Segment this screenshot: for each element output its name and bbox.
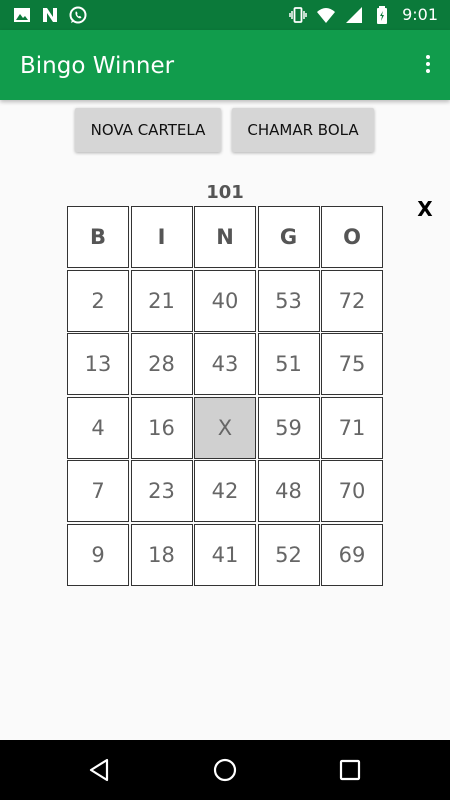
more-vert-icon[interactable] — [420, 52, 436, 80]
status-bar: 9:01 — [0, 0, 450, 30]
whatsapp-icon — [69, 6, 87, 24]
navigation-bar — [0, 740, 450, 800]
bingo-cell[interactable]: 59 — [257, 396, 320, 459]
bingo-cell[interactable]: 7 — [67, 460, 129, 522]
bingo-free-cell[interactable]: X — [194, 396, 256, 459]
bingo-cell[interactable]: 13 — [67, 333, 129, 395]
image-icon — [14, 8, 30, 22]
card-number: 101 — [206, 182, 244, 203]
bingo-cell[interactable]: 21 — [130, 269, 193, 332]
bingo-cell[interactable]: 72 — [321, 269, 383, 332]
n-icon — [43, 8, 57, 22]
bingo-cell[interactable]: 28 — [130, 333, 193, 395]
bingo-cell[interactable]: 18 — [130, 523, 193, 586]
bingo-cell[interactable]: 2 — [67, 269, 129, 332]
bingo-cell[interactable]: 70 — [321, 460, 383, 522]
status-notifications — [12, 5, 96, 25]
recent-apps-icon[interactable] — [336, 756, 364, 784]
bingo-cell[interactable]: 52 — [257, 523, 320, 586]
column-header-n: N — [194, 206, 256, 268]
bingo-cell[interactable]: 16 — [130, 396, 193, 459]
app-title: Bingo Winner — [20, 53, 175, 79]
new-card-button[interactable]: NOVA CARTELA — [75, 108, 221, 152]
bingo-cell[interactable]: 48 — [257, 460, 320, 522]
bingo-cell[interactable]: 69 — [321, 523, 383, 586]
signal-icon — [346, 7, 363, 23]
bingo-cell[interactable]: 42 — [194, 460, 256, 522]
bingo-cell[interactable]: 75 — [321, 333, 383, 395]
back-icon[interactable] — [86, 756, 114, 784]
column-header-i: I — [130, 206, 193, 268]
battery-icon — [377, 6, 388, 24]
column-header-g: G — [257, 206, 320, 268]
bingo-cell[interactable]: 71 — [321, 396, 383, 459]
column-header-o: O — [321, 206, 383, 268]
column-header-b: B — [67, 206, 129, 268]
wifi-icon — [317, 8, 336, 23]
home-icon[interactable] — [211, 756, 239, 784]
bingo-cell[interactable]: 9 — [67, 523, 129, 586]
bingo-cell[interactable]: 43 — [194, 333, 256, 395]
bingo-card: B I N G O 2 21 40 53 72 13 28 43 51 75 4… — [67, 206, 383, 586]
status-time: 9:01 — [402, 5, 438, 24]
bingo-cell[interactable]: 41 — [194, 523, 256, 586]
bingo-cell[interactable]: 23 — [130, 460, 193, 522]
call-ball-button[interactable]: CHAMAR BOLA — [232, 108, 374, 152]
vibrate-icon — [289, 7, 307, 23]
bingo-cell[interactable]: 53 — [257, 269, 320, 332]
bingo-cell[interactable]: 40 — [194, 269, 256, 332]
bingo-cell[interactable]: 51 — [257, 333, 320, 395]
close-card-button[interactable]: X — [414, 196, 436, 222]
status-system: 9:01 — [280, 5, 438, 25]
app-bar: Bingo Winner — [0, 30, 450, 100]
bingo-cell[interactable]: 4 — [67, 396, 129, 459]
